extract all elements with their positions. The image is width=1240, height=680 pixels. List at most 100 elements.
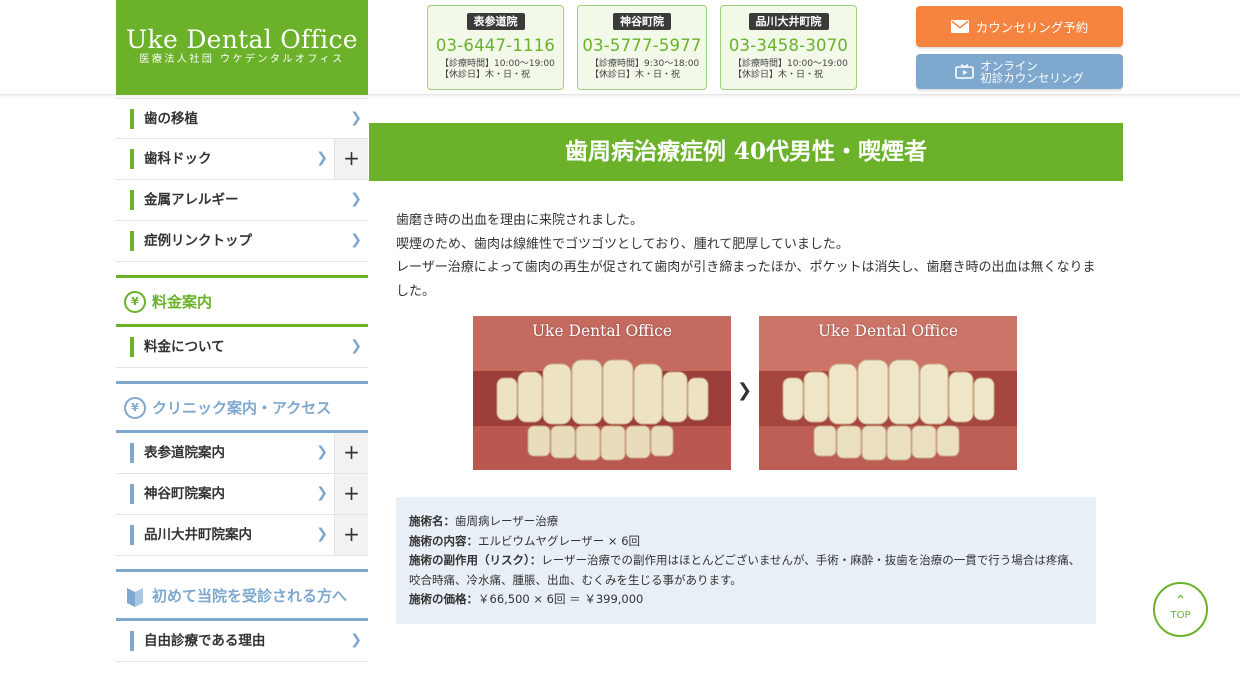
chevron-right-icon: ❯ <box>350 632 362 648</box>
branch-oimachi[interactable]: 品川大井町院 03-3458-3070 【診療時間】10:00〜19:00 【休… <box>720 5 857 90</box>
logo-sub-text: 医療法人社団 ウケデンタルオフィス <box>139 54 345 65</box>
yen-icon: ¥ <box>124 397 146 419</box>
page-title: 歯周病治療症例 40代男性・喫煙者 <box>369 123 1123 181</box>
section-title: クリニック案内・アクセス <box>152 399 332 417</box>
sidebar-item-transplant[interactable]: 歯の移植 ❯ <box>116 98 368 139</box>
expand-plus-icon[interactable]: + <box>334 474 368 514</box>
case-description: 歯磨き時の出血を理由に来院されました。 喫煙のため、歯肉は線維性でゴツゴツとして… <box>396 209 1096 303</box>
sidebar-item-label: 歯の移植 <box>144 111 198 127</box>
photo-watermark: Uke Dental Office <box>531 322 673 340</box>
chevron-up-icon: ⌃ <box>1174 593 1187 609</box>
sidebar-item-dental-dock[interactable]: 歯科ドック ❯ + <box>116 139 368 180</box>
sidebar-item-label: 品川大井町院案内 <box>144 527 252 543</box>
accent-bar <box>130 484 134 504</box>
accent-bar <box>130 149 134 169</box>
mail-icon <box>950 20 969 33</box>
accent-bar <box>130 190 134 210</box>
chevron-right-icon: ❯ <box>316 150 328 166</box>
desc-line: 歯磨き時の出血を理由に来院されました。 <box>396 213 644 228</box>
branch-hours: 【診療時間】9:30〜18:00 <box>590 59 700 69</box>
branch-hours: 【診療時間】10:00〜19:00 <box>440 59 555 69</box>
branch-name: 品川大井町院 <box>748 13 829 30</box>
online-label-line2: 初診カウンセリング <box>980 70 1084 85</box>
info-row-name: 施術名：歯周病レーザー治療 <box>409 512 1083 532</box>
info-row-price: 施術の価格：￥66,500 × 6回 ＝ ￥399,000 <box>409 590 1083 610</box>
section-first-visit: 初めて当院を受診される方へ <box>116 569 368 621</box>
chevron-right-icon: ❯ <box>737 380 753 401</box>
section-price: ¥ 料金案内 <box>116 275 368 327</box>
online-counseling-button[interactable]: オンライン 初診カウンセリング <box>916 54 1123 89</box>
accent-bar <box>130 525 134 545</box>
counseling-label: カウンセリング予約 <box>975 20 1089 35</box>
photo-watermark: Uke Dental Office <box>817 322 959 340</box>
chevron-right-icon: ❯ <box>350 110 362 126</box>
logo-main-text: Uke Dental Office <box>126 25 358 54</box>
sidebar-item-omotesando[interactable]: 表参道院案内 ❯ + <box>116 433 368 474</box>
online-label-line1: オンライン <box>980 58 1038 73</box>
branch-tel[interactable]: 03-5777-5977 <box>578 36 706 56</box>
site-logo[interactable]: Uke Dental Office 医療法人社団 ウケデンタルオフィス <box>116 0 368 95</box>
branch-name: 表参道院 <box>466 13 525 30</box>
section-title: 料金案内 <box>152 293 213 311</box>
chevron-right-icon: ❯ <box>350 191 362 207</box>
chevron-right-icon: ❯ <box>316 444 328 460</box>
section-clinic: ¥ クリニック案内・アクセス <box>116 381 368 433</box>
sidebar: 歯の移植 ❯ 歯科ドック ❯ + 金属アレルギー ❯ 症例リンクトップ ❯ ¥ … <box>116 98 368 662</box>
sidebar-item-label: 表参道院案内 <box>144 445 225 461</box>
info-label: 施術名： <box>409 514 455 528</box>
back-to-top-button[interactable]: ⌃ TOP <box>1153 582 1208 637</box>
sidebar-item-label: 自由診療である理由 <box>144 633 266 649</box>
sidebar-item-label: 症例リンクトップ <box>144 233 252 249</box>
sidebar-item-label: 料金について <box>144 339 225 355</box>
top-label: TOP <box>1170 610 1191 621</box>
branch-closed: 【休診日】木・日・祝 <box>440 70 531 80</box>
branch-name: 神谷町院 <box>613 13 671 30</box>
sidebar-item-metal-allergy[interactable]: 金属アレルギー ❯ <box>116 180 368 221</box>
branch-closed: 【休診日】木・日・祝 <box>733 70 824 80</box>
expand-plus-icon[interactable]: + <box>334 515 368 555</box>
video-icon <box>955 64 975 79</box>
after-photo: Uke Dental Office <box>759 316 1017 470</box>
section-title: 初めて当院を受診される方へ <box>152 587 348 605</box>
chevron-right-icon: ❯ <box>316 485 328 501</box>
sidebar-item-price[interactable]: 料金について ❯ <box>116 327 368 368</box>
accent-bar <box>130 231 134 251</box>
info-value: エルビウムヤグレーザー × 6回 <box>478 533 641 548</box>
info-label: 施術の価格： <box>409 592 478 606</box>
sidebar-item-kamiyacho[interactable]: 神谷町院案内 ❯ + <box>116 474 368 515</box>
expand-plus-icon[interactable]: + <box>334 139 368 179</box>
before-photo: Uke Dental Office <box>473 316 731 470</box>
sidebar-item-label: 神谷町院案内 <box>144 486 225 502</box>
info-row-risk: 施術の副作用（リスク）：レーザー治療での副作用はほとんどございませんが、手術・麻… <box>409 551 1083 590</box>
info-value: ￥66,500 × 6回 ＝ ￥399,000 <box>478 592 644 606</box>
branch-tel[interactable]: 03-6447-1116 <box>428 36 563 56</box>
branch-kamiyacho[interactable]: 神谷町院 03-5777-5977 【診療時間】9:30〜18:00 【休診日】… <box>577 5 707 90</box>
sidebar-item-label: 歯科ドック <box>144 151 212 167</box>
accent-bar <box>130 337 134 357</box>
yen-icon: ¥ <box>124 291 146 313</box>
sidebar-item-case-top[interactable]: 症例リンクトップ ❯ <box>116 221 368 262</box>
sidebar-item-free-treatment[interactable]: 自由診療である理由 ❯ <box>116 621 368 662</box>
chevron-right-icon: ❯ <box>350 338 362 354</box>
accent-bar <box>130 109 134 129</box>
branch-closed: 【休診日】木・日・祝 <box>590 70 681 80</box>
treatment-info-box: 施術名：歯周病レーザー治療 施術の内容：エルビウムヤグレーザー × 6回 施術の… <box>396 497 1096 624</box>
desc-line: 喫煙のため、歯肉は線維性でゴツゴツとしており、腫れて肥厚していました。 <box>396 236 849 252</box>
info-value: 歯周病レーザー治療 <box>455 514 559 528</box>
info-label: 施術の副作用（リスク）： <box>409 553 542 567</box>
site-header: Uke Dental Office 医療法人社団 ウケデンタルオフィス 表参道院… <box>0 0 1240 95</box>
branch-omotesando[interactable]: 表参道院 03-6447-1116 【診療時間】10:00〜19:00 【休診日… <box>427 5 564 90</box>
info-row-content: 施術の内容：エルビウムヤグレーザー × 6回 <box>409 532 1083 552</box>
sidebar-item-label: 金属アレルギー <box>144 192 239 208</box>
info-label: 施術の内容： <box>409 533 478 548</box>
counseling-reservation-button[interactable]: カウンセリング予約 <box>916 6 1123 47</box>
sidebar-item-oimachi[interactable]: 品川大井町院案内 ❯ + <box>116 515 368 556</box>
chevron-right-icon: ❯ <box>350 232 362 248</box>
accent-bar <box>130 443 134 463</box>
desc-line: レーザー治療によって歯肉の再生が促されて歯肉が引き締まったほか、ポケットは消失し… <box>396 260 1096 299</box>
branch-hours: 【診療時間】10:00〜19:00 <box>733 59 848 69</box>
accent-bar <box>130 631 134 651</box>
expand-plus-icon[interactable]: + <box>334 433 368 473</box>
branch-tel[interactable]: 03-3458-3070 <box>721 36 856 56</box>
beginner-mark-icon <box>127 588 143 607</box>
